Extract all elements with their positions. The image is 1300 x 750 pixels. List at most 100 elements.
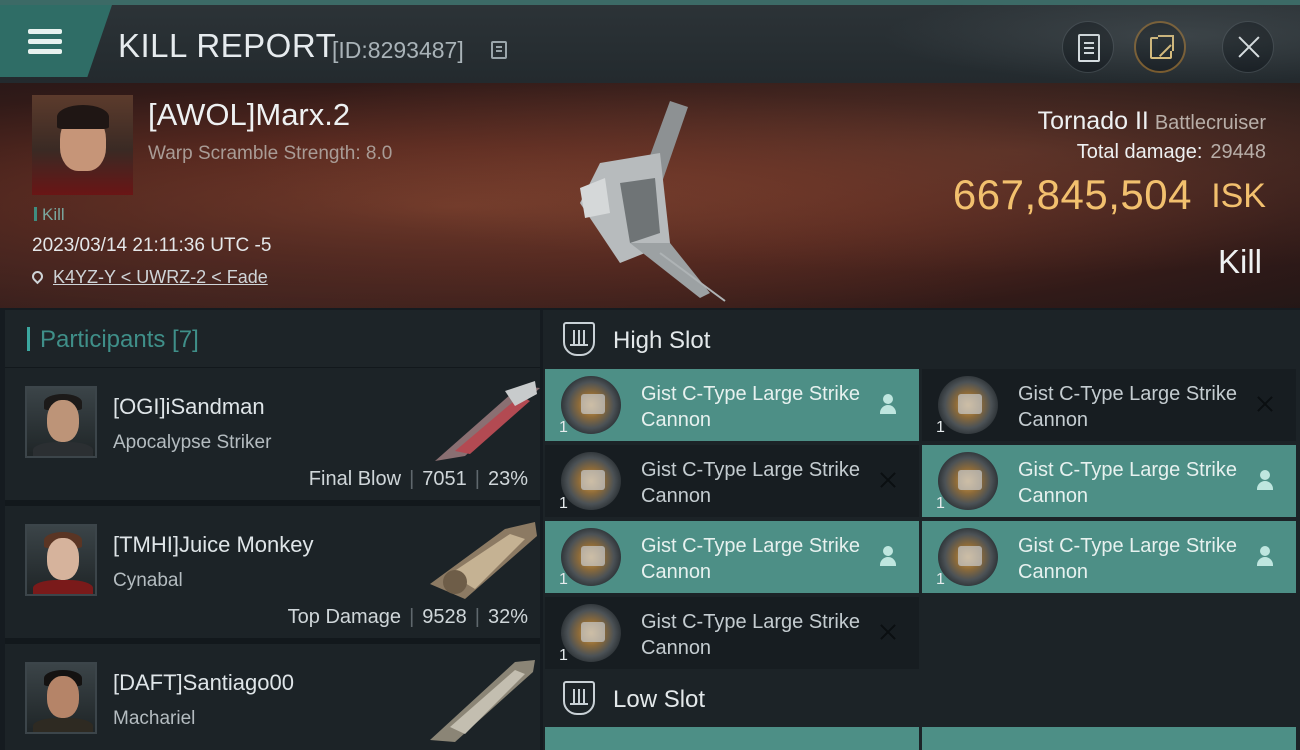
copy-icon[interactable] [491, 41, 507, 59]
participants-title: Participants [7] [40, 326, 199, 353]
module-icon [561, 604, 621, 662]
participant-role: Top Damage [287, 606, 402, 628]
kill-timestamp: 2023/03/14 21:11:36 UTC -5 [32, 235, 272, 256]
module-item[interactable]: 1 Gist C-Type Large Strike Cannon [545, 369, 919, 441]
module-quantity: 1 [559, 647, 568, 664]
module-item[interactable]: 1 Gist C-Type Large Strike Cannon [545, 597, 919, 669]
kill-tag: Kill [34, 205, 65, 225]
participant-name: [DAFT]Santiago00 [113, 670, 294, 695]
location-link[interactable]: K4YZ-Y < UWRZ-2 < Fade [53, 267, 268, 287]
module-icon [561, 452, 621, 510]
clipboard-button[interactable] [1062, 21, 1114, 73]
victim-header: [AWOL]Marx.2 Warp Scramble Strength: 8.0… [0, 83, 1300, 308]
module-icon [938, 452, 998, 510]
module-icon [938, 528, 998, 586]
low-slot-module-partial[interactable] [922, 727, 1296, 750]
share-button[interactable] [1134, 21, 1186, 73]
low-slot-icon [563, 681, 595, 715]
participant-ship: Apocalypse Striker [113, 432, 272, 453]
dropped-person-icon [1254, 469, 1276, 491]
module-quantity: 1 [559, 571, 568, 588]
portrait-hair [57, 105, 109, 129]
stats-separator: | [409, 468, 415, 490]
dropped-person-icon [877, 393, 899, 415]
location: K4YZ-Y < UWRZ-2 < Fade [29, 267, 268, 288]
ship-name[interactable]: Tornado II [1038, 107, 1149, 135]
portrait-body [33, 442, 93, 456]
isk-value: 667,845,504 [952, 171, 1192, 218]
participant-ship: Cynabal [113, 570, 183, 591]
participant-role: Final Blow [308, 468, 402, 490]
dropped-person-icon [1254, 545, 1276, 567]
participant-stats: Final Blow | 7051 | 23% [309, 468, 528, 491]
module-name: Gist C-Type Large Strike Cannon [1018, 535, 1237, 583]
participants-accent-bar [27, 327, 30, 351]
module-item[interactable]: 1 Gist C-Type Large Strike Cannon [545, 521, 919, 593]
portrait-body [33, 718, 93, 732]
participant-ship-image [430, 522, 537, 599]
module-item[interactable]: 1 Gist C-Type Large Strike Cannon [545, 445, 919, 517]
low-slot-title: Low Slot [613, 686, 706, 713]
participant-row[interactable]: [OGI]iSandman Apocalypse Striker Final B… [5, 368, 540, 503]
participant-stats: Top Damage | 9528 | 32% [288, 606, 528, 629]
high-slot-title: High Slot [613, 327, 711, 354]
menu-icon-bar [28, 49, 62, 54]
low-slot-module-partial[interactable] [545, 727, 919, 750]
participants-header: Participants [7] [5, 310, 540, 367]
stats-separator: | [474, 606, 480, 628]
destroyed-x-icon [877, 469, 899, 491]
portrait-face [47, 400, 79, 442]
participant-ship: Machariel [113, 708, 196, 729]
participant-avatar [25, 386, 97, 458]
outcome-label: Kill [1217, 243, 1262, 280]
participant-row[interactable]: [DAFT]Santiago00 Machariel [5, 644, 540, 750]
dropped-person-icon [877, 545, 899, 567]
module-item[interactable]: 1 Gist C-Type Large Strike Cannon [922, 369, 1296, 441]
report-id: [ID:8293487] [332, 37, 464, 63]
module-quantity: 1 [936, 495, 945, 512]
destroyed-x-icon [877, 621, 899, 643]
module-item[interactable]: 1 Gist C-Type Large Strike Cannon [922, 521, 1296, 593]
portrait-face [47, 676, 79, 718]
participants-panel: Participants [7] [OGI]iSandman Apocalyps… [5, 310, 540, 750]
close-button[interactable] [1222, 21, 1274, 73]
share-icon [1150, 35, 1174, 59]
stats-separator: | [474, 468, 480, 490]
module-quantity: 1 [559, 419, 568, 436]
module-quantity: 1 [936, 419, 945, 436]
stats-separator: | [409, 606, 415, 628]
module-quantity: 1 [559, 495, 568, 512]
destroyed-x-icon [1254, 393, 1276, 415]
participant-name: [TMHI]Juice Monkey [113, 532, 314, 557]
menu-icon-bar [28, 29, 62, 34]
location-pin-icon [29, 268, 46, 285]
module-name: Gist C-Type Large Strike Cannon [641, 459, 860, 507]
top-bar: KILL REPORT [ID:8293487] [0, 0, 1300, 83]
participant-ship-image [435, 381, 540, 461]
ship-type: Tornado II Battlecruiser [1038, 107, 1266, 136]
high-slot-icon [563, 322, 595, 356]
total-damage-value: 29448 [1210, 141, 1266, 163]
participant-name: [OGI]iSandman [113, 394, 265, 419]
victim-avatar[interactable] [32, 95, 133, 195]
participant-avatar [25, 662, 97, 734]
fitting-panel: High Slot 1 Gist C-Type Large Strike Can… [543, 310, 1300, 750]
participant-ship-image [430, 660, 535, 742]
module-item[interactable]: 1 Gist C-Type Large Strike Cannon [922, 445, 1296, 517]
module-name: Gist C-Type Large Strike Cannon [1018, 459, 1237, 507]
participant-damage: 7051 [422, 468, 467, 490]
low-slot-header: Low Slot [543, 669, 1300, 727]
total-damage-label: Total damage: [1076, 141, 1203, 163]
victim-name[interactable]: [AWOL]Marx.2 [148, 97, 350, 133]
high-slot-header: High Slot [543, 310, 1300, 368]
participant-damage: 9528 [422, 606, 467, 628]
module-name: Gist C-Type Large Strike Cannon [1018, 383, 1237, 431]
menu-button[interactable] [0, 5, 112, 77]
participant-row[interactable]: [TMHI]Juice Monkey Cynabal Top Damage | 95… [5, 506, 540, 641]
page-title: KILL REPORT [118, 27, 337, 64]
module-quantity: 1 [936, 571, 945, 588]
victim-ship-image [580, 101, 726, 302]
clipboard-icon [1078, 34, 1100, 62]
module-name: Gist C-Type Large Strike Cannon [641, 383, 860, 431]
participant-percent: 23% [487, 468, 528, 490]
